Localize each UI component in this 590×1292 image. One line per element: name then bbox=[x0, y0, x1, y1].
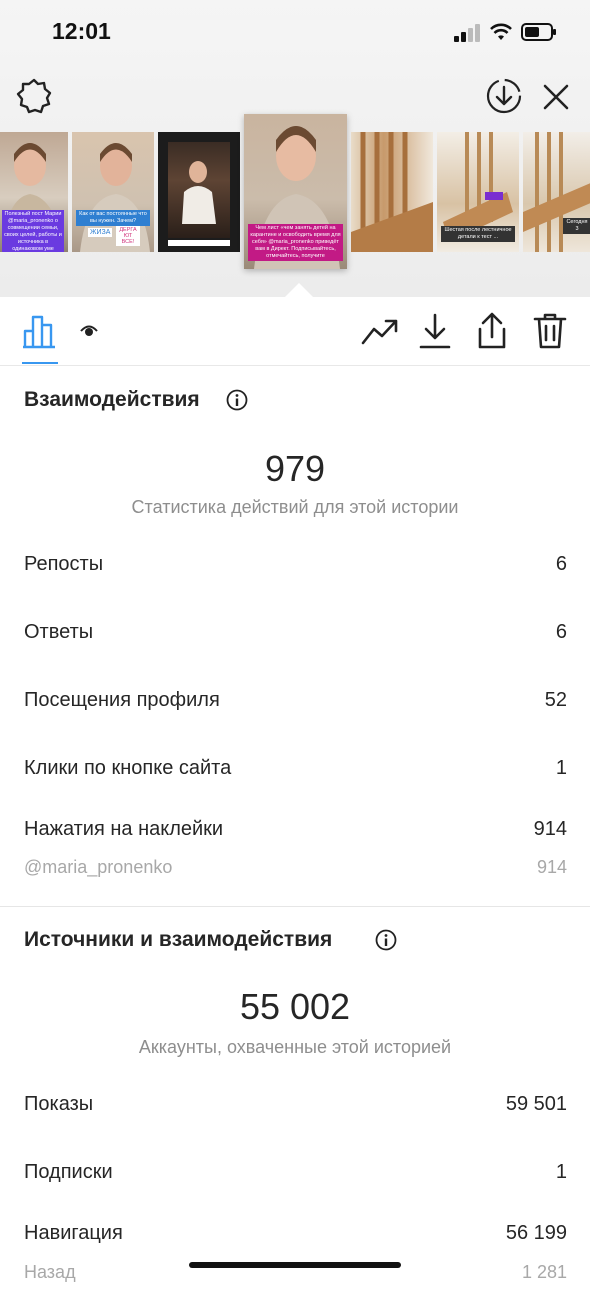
selected-story-caret bbox=[285, 283, 313, 297]
story-thumb-6[interactable]: Шестая после лестничное детали к тест ..… bbox=[437, 132, 519, 252]
battery-icon bbox=[521, 23, 556, 41]
stat-label: @maria_pronenko bbox=[24, 857, 173, 877]
stat-row-website-clicks: Клики по кнопке сайта 1 bbox=[24, 757, 567, 787]
story-thumb-3[interactable] bbox=[158, 132, 240, 252]
stat-label: Ответы bbox=[24, 621, 94, 643]
stat-row-sticker-taps: Нажатия на наклейки 914 bbox=[24, 818, 567, 848]
stat-value: 6 bbox=[555, 621, 567, 643]
settings-gear-icon[interactable] bbox=[14, 76, 54, 116]
promote-trend-icon[interactable] bbox=[360, 313, 400, 349]
stat-label: Нажатия на наклейки bbox=[24, 818, 224, 840]
stat-row-replies: Ответы 6 bbox=[24, 621, 567, 651]
home-indicator[interactable] bbox=[189, 1262, 401, 1268]
close-icon[interactable] bbox=[537, 78, 575, 116]
interactions-total: 979 bbox=[264, 448, 326, 489]
stat-value: 59 501 bbox=[505, 1093, 567, 1115]
sticker-zhiza: ЖИЗА bbox=[88, 228, 113, 237]
stat-value: 52 bbox=[544, 689, 567, 711]
interactions-info-icon[interactable] bbox=[226, 389, 248, 411]
stat-label: Репосты bbox=[24, 553, 104, 575]
story-thumb-2-caption: Как от вас постоянные что вы нужен. Заче… bbox=[76, 210, 150, 226]
stat-row-profile-visits: Посещения профиля 52 bbox=[24, 689, 567, 719]
wifi-icon bbox=[490, 23, 512, 40]
stat-value: 914 bbox=[536, 857, 567, 877]
active-tab-underline bbox=[22, 362, 58, 364]
viewers-eye-icon[interactable] bbox=[78, 319, 100, 341]
stat-value: 56 199 bbox=[505, 1222, 567, 1244]
stat-value: 914 bbox=[533, 818, 567, 840]
status-time: 12:01 bbox=[52, 18, 111, 44]
interactions-title: Взаимодействия bbox=[24, 388, 200, 411]
save-circle-icon[interactable] bbox=[484, 76, 524, 116]
story-thumb-6-caption: Шестая после лестничное детали к тест ..… bbox=[441, 226, 515, 242]
discovery-subtitle: Аккаунты, охваченные этой историей bbox=[138, 1037, 452, 1057]
story-thumb-4-selected[interactable]: Чем лист «чем занять детей на карантине … bbox=[244, 114, 347, 269]
story-thumb-1[interactable]: Полезный пост Марии @maria_pronenko о со… bbox=[0, 132, 68, 252]
story-thumb-5[interactable] bbox=[351, 132, 433, 252]
stat-label: Клики по кнопке сайта bbox=[24, 757, 232, 779]
share-icon[interactable] bbox=[474, 311, 510, 351]
stat-row-navigation: Навигация 56 199 bbox=[24, 1222, 567, 1252]
signal-icon bbox=[454, 24, 482, 42]
download-icon[interactable] bbox=[418, 311, 452, 351]
status-bar: 12:01 bbox=[0, 0, 590, 64]
stat-label: Показы bbox=[24, 1093, 94, 1115]
stat-value: 6 bbox=[555, 553, 567, 575]
story-thumb-4-caption: Чем лист «чем занять детей на карантине … bbox=[248, 224, 343, 261]
stat-value: 1 bbox=[555, 1161, 567, 1183]
story-thumb-2[interactable]: Как от вас постоянные что вы нужен. Заче… bbox=[72, 132, 154, 252]
delete-trash-icon[interactable] bbox=[532, 311, 568, 351]
story-thumb-7-caption: Сегодня 3 bbox=[563, 218, 590, 234]
stat-row-reposts: Репосты 6 bbox=[24, 553, 567, 583]
stat-label: Посещения профиля bbox=[24, 689, 220, 711]
stat-row-mention-sticker: @maria_pronenko 914 bbox=[24, 857, 567, 887]
discovery-title: Источники и взаимодействия bbox=[24, 928, 333, 951]
sticker-dergayut: ДЕРГА ЮТ ВСЕ! bbox=[116, 226, 140, 246]
stat-row-impressions: Показы 59 501 bbox=[24, 1093, 567, 1123]
insights-bar-chart-icon[interactable] bbox=[22, 311, 58, 349]
discovery-info-icon[interactable] bbox=[375, 929, 397, 951]
interactions-subtitle: Статистика действий для этой истории bbox=[131, 497, 459, 517]
story-thumb-1-caption: Полезный пост Марии @maria_pronenko о со… bbox=[2, 210, 64, 252]
discovery-total: 55 002 bbox=[239, 986, 351, 1027]
stat-label: Подписки bbox=[24, 1161, 113, 1183]
stat-row-follows: Подписки 1 bbox=[24, 1161, 567, 1191]
section-divider bbox=[0, 906, 590, 907]
story-thumb-7[interactable]: Сегодня 3 bbox=[523, 132, 590, 252]
stat-label: Навигация bbox=[24, 1222, 123, 1244]
insights-tabbar bbox=[0, 297, 590, 366]
stat-value: 1 bbox=[555, 757, 567, 779]
story-thumbnails: Полезный пост Марии @maria_pronenko о со… bbox=[0, 114, 590, 274]
